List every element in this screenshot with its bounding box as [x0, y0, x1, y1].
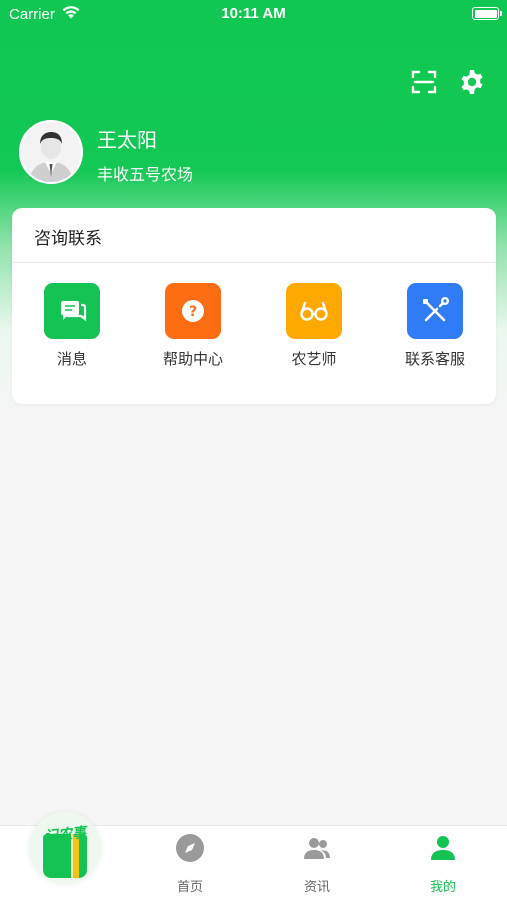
svg-text:?: ?: [189, 304, 197, 320]
item-label: 农艺师: [291, 350, 337, 368]
glasses-icon: [286, 283, 342, 339]
record-farm-button[interactable]: 记农事: [29, 812, 101, 884]
chat-icon: [44, 283, 100, 339]
record-label: 记农事: [43, 824, 87, 846]
consult-card: 咨询联系 消息 ? 帮助中心 农艺师 联系客服: [12, 208, 496, 404]
tab-news[interactable]: 资讯: [254, 826, 380, 900]
status-bar: Carrier 10:11 AM: [0, 0, 507, 28]
item-label: 帮助中心: [162, 350, 223, 368]
scan-icon[interactable]: [410, 68, 438, 96]
battery-icon: [472, 7, 502, 20]
consult-item-message[interactable]: 消息: [27, 283, 117, 383]
help-icon: ?: [165, 283, 221, 339]
avatar-image: [21, 122, 81, 182]
tab-home[interactable]: 首页: [127, 826, 253, 900]
tab-label: 资讯: [303, 880, 330, 895]
consult-item-support[interactable]: 联系客服: [390, 283, 480, 383]
consult-item-agronomist[interactable]: 农艺师: [269, 283, 359, 383]
tab-label: 我的: [429, 880, 456, 895]
divider: [12, 262, 496, 263]
clock: 10:11 AM: [221, 5, 286, 22]
tools-icon: [407, 283, 463, 339]
user-icon: [431, 836, 455, 860]
item-label: 联系客服: [404, 350, 465, 368]
avatar[interactable]: [19, 120, 83, 184]
gear-icon[interactable]: [458, 68, 486, 96]
tab-mine[interactable]: 我的: [380, 826, 506, 900]
compass-icon: [176, 834, 204, 862]
people-icon: [304, 838, 330, 859]
tab-label: 首页: [176, 880, 203, 895]
consult-item-help[interactable]: ? 帮助中心: [148, 283, 238, 383]
card-title: 咨询联系: [34, 229, 102, 249]
farm-name: 丰收五号农场: [97, 165, 194, 184]
item-label: 消息: [56, 350, 87, 368]
user-name: 王太阳: [97, 128, 157, 152]
